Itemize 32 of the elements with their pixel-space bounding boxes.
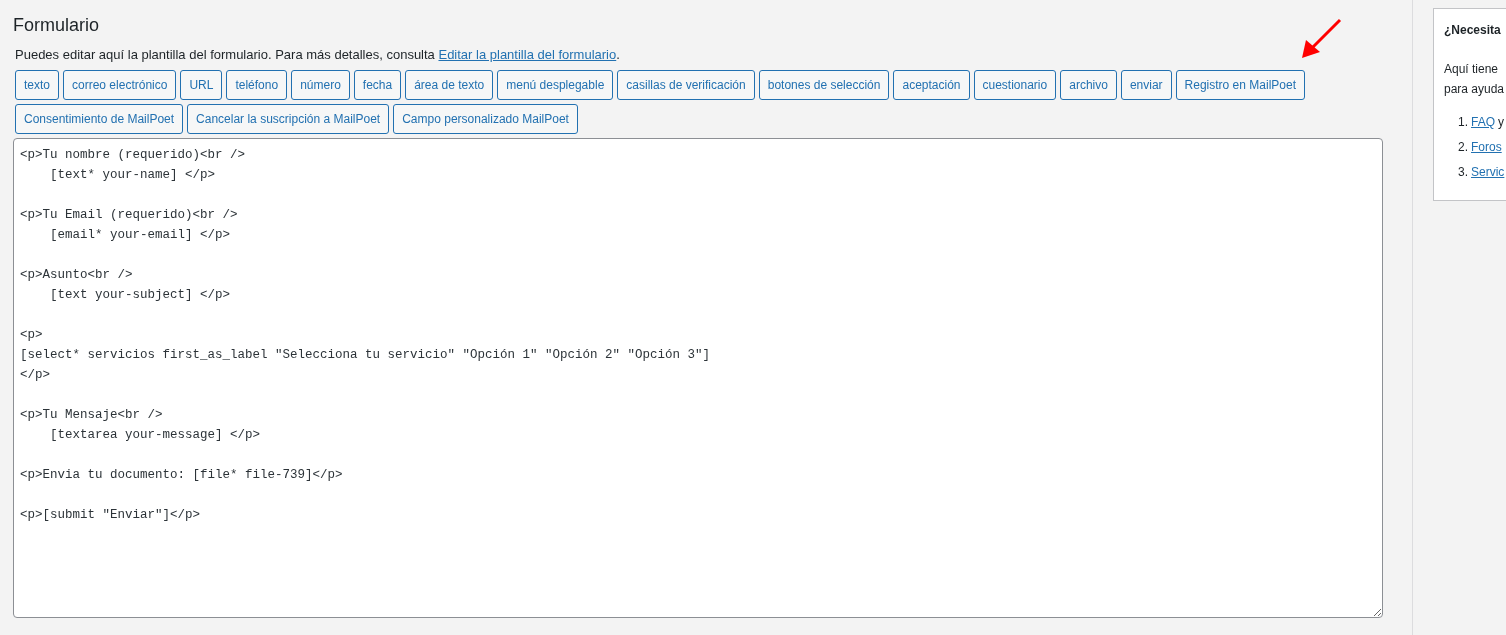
help-title: ¿Necesita — [1444, 22, 1501, 39]
tag-button[interactable]: botones de selección — [758, 70, 890, 100]
tag-button[interactable]: teléfono — [226, 70, 288, 100]
list-number: 1. — [1458, 114, 1468, 131]
help-text: y — [1498, 114, 1505, 131]
tag-button[interactable]: casillas de verificación — [617, 70, 755, 100]
tag-button[interactable]: Cancelar la suscripción a MailPoet — [187, 104, 390, 134]
help-link[interactable]: Foros — [1471, 138, 1502, 157]
help-text: Aquí tiene — [1444, 61, 1499, 78]
arrow-drawing — [1300, 18, 1342, 60]
form-template-textarea[interactable]: <p>Tu nombre (requerido)<br /> [text* your-name] </p> <p>Tu Email (requerido)<br /> [email* your-email] </p> <p>Asunto<br /> [text your-subject] </p> <p> [select* servicios first_as_label "Selecciona tu servicio" "Opción 1" "Opción 2" "Opción 3"] </p> <p>Tu Mensaje<br /> [textarea your-message] </p> <p>Envia tu documento: [file* file-739]</p> <p>[submit "Enviar"]</p> — [13, 138, 1383, 618]
tag-button[interactable]: menú desplegable — [497, 70, 614, 100]
tag-button[interactable]: correo electrónico — [63, 70, 177, 100]
description-text: Puedes editar aquí la plantilla del formulario. Para más detalles, consulta Editar la plantilla del formulario. — [15, 47, 620, 63]
tag-button[interactable]: Consentimiento de MailPoet — [15, 104, 184, 134]
tag-button[interactable]: número — [291, 70, 350, 100]
tag-button[interactable]: cuestionario — [973, 70, 1057, 100]
tag-button[interactable]: área de texto — [405, 70, 494, 100]
list-number: 3. — [1458, 164, 1468, 181]
list-number: 2. — [1458, 139, 1468, 156]
tag-button[interactable]: texto — [15, 70, 59, 100]
tag-button[interactable]: archivo — [1060, 70, 1117, 100]
tag-button[interactable]: Campo personalizado MailPoet — [393, 104, 578, 134]
panel-title: Formulario — [13, 14, 100, 37]
tag-button[interactable]: Registro en MailPoet — [1175, 70, 1305, 100]
help-link[interactable]: Servic — [1471, 163, 1505, 182]
tag-button[interactable]: enviar — [1120, 70, 1172, 100]
tag-button[interactable]: fecha — [353, 70, 402, 100]
help-text: para ayuda — [1444, 81, 1505, 98]
tag-button[interactable]: URL — [180, 70, 223, 100]
help-link[interactable]: FAQ — [1471, 113, 1496, 132]
tag-button[interactable]: aceptación — [893, 70, 970, 100]
